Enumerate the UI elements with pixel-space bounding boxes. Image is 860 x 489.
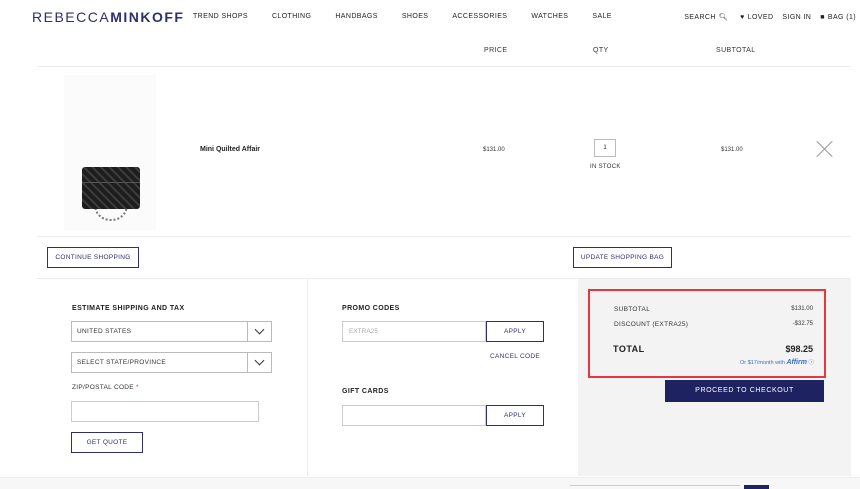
nav-trend-shops[interactable]: TREND SHOPS <box>193 13 248 20</box>
nav-sale[interactable]: SALE <box>592 13 612 20</box>
get-quote-button[interactable]: GET QUOTE <box>71 432 143 453</box>
total-label: TOTAL <box>613 344 645 354</box>
discount-value: -$32.75 <box>792 321 813 327</box>
stock-status: IN STOCK <box>590 164 621 170</box>
heart-icon[interactable]: ♥ <box>740 14 745 21</box>
utility-nav: SEARCH 🔍︎ ♥ LOVED SIGN IN ■ BAG (1) <box>684 13 856 22</box>
remove-item-icon[interactable] <box>817 141 833 157</box>
total-value: $98.25 <box>785 344 813 354</box>
search-link[interactable]: SEARCH <box>684 14 716 21</box>
bag-icon[interactable]: ■ <box>820 14 825 21</box>
state-select[interactable]: SELECT STATE/PROVINCE <box>71 352 272 373</box>
continue-shopping-button[interactable]: CONTINUE SHOPPING <box>47 247 139 268</box>
newsletter-input[interactable] <box>570 485 740 489</box>
gift-apply-button[interactable]: APPLY <box>486 405 544 426</box>
item-name[interactable]: Mini Quilted Affair <box>200 146 260 153</box>
update-shopping-bag-button[interactable]: UPDATE SHOPPING BAG <box>573 247 672 268</box>
quantity-input[interactable]: 1 <box>594 139 616 157</box>
bag-link[interactable]: BAG (1) <box>828 14 856 21</box>
bag-flap-graphic <box>82 167 140 183</box>
col-header-subtotal: SUBTOTAL <box>716 47 756 54</box>
divider <box>37 236 851 237</box>
proceed-to-checkout-button[interactable]: PROCEED TO CHECKOUT <box>665 380 824 402</box>
affirm-text: Or $17/month with <box>740 360 785 366</box>
country-select[interactable]: UNITED STATES <box>71 321 272 342</box>
nav-shoes[interactable]: SHOES <box>402 13 429 20</box>
col-header-price: PRICE <box>484 47 508 54</box>
chevron-down-icon <box>247 322 271 341</box>
gift-cards-title: GIFT CARDS <box>342 388 389 395</box>
zip-label-text: ZIP/POSTAL CODE <box>72 384 134 391</box>
promo-apply-button[interactable]: APPLY <box>486 321 544 342</box>
sign-in-link[interactable]: SIGN IN <box>782 14 811 21</box>
gift-card-input[interactable] <box>342 405 486 426</box>
required-marker: * <box>136 384 139 391</box>
affirm-financing-link[interactable]: Or $17/month with Affirm ⓘ <box>740 358 814 366</box>
item-price: $131.00 <box>483 147 505 153</box>
brand-logo[interactable]: REBECCAMINKOFF <box>32 9 184 25</box>
subtotal-label: SUBTOTAL <box>614 306 651 313</box>
main-nav: TREND SHOPS CLOTHING HANDBAGS SHOES ACCE… <box>193 13 636 20</box>
nav-accessories[interactable]: ACCESSORIES <box>452 13 507 20</box>
state-value: SELECT STATE/PROVINCE <box>77 359 167 366</box>
logo-text-bold: MINKOFF <box>110 9 185 25</box>
zip-input[interactable] <box>71 401 259 422</box>
search-icon[interactable]: 🔍︎ <box>719 13 728 21</box>
nav-watches[interactable]: WATCHES <box>531 13 568 20</box>
promo-title: PROMO CODES <box>342 305 400 312</box>
chevron-down-icon <box>247 353 271 372</box>
cancel-code-link[interactable]: CANCEL CODE <box>490 353 540 360</box>
subtotal-value: $131.00 <box>791 306 813 312</box>
shipping-title: ESTIMATE SHIPPING AND TAX <box>72 305 185 312</box>
nav-handbags[interactable]: HANDBAGS <box>335 13 378 20</box>
loved-link[interactable]: LOVED <box>748 14 774 21</box>
nav-clothing[interactable]: CLOTHING <box>272 13 311 20</box>
product-image[interactable] <box>64 75 156 230</box>
site-header: REBECCAMINKOFF TREND SHOPS CLOTHING HAND… <box>0 0 860 34</box>
col-header-qty: QTY <box>593 47 609 54</box>
country-value: UNITED STATES <box>77 328 132 335</box>
zip-label: ZIP/POSTAL CODE * <box>72 384 139 391</box>
divider <box>37 66 851 67</box>
promo-code-input[interactable]: EXTRA25 <box>342 321 486 342</box>
discount-label: DISCOUNT (EXTRA25) <box>614 321 689 328</box>
logo-text-light: REBECCA <box>32 9 111 25</box>
item-subtotal: $131.00 <box>721 147 743 153</box>
newsletter-button[interactable] <box>744 485 769 489</box>
affirm-logo: Affirm <box>786 359 807 366</box>
info-icon[interactable]: ⓘ <box>808 360 814 366</box>
